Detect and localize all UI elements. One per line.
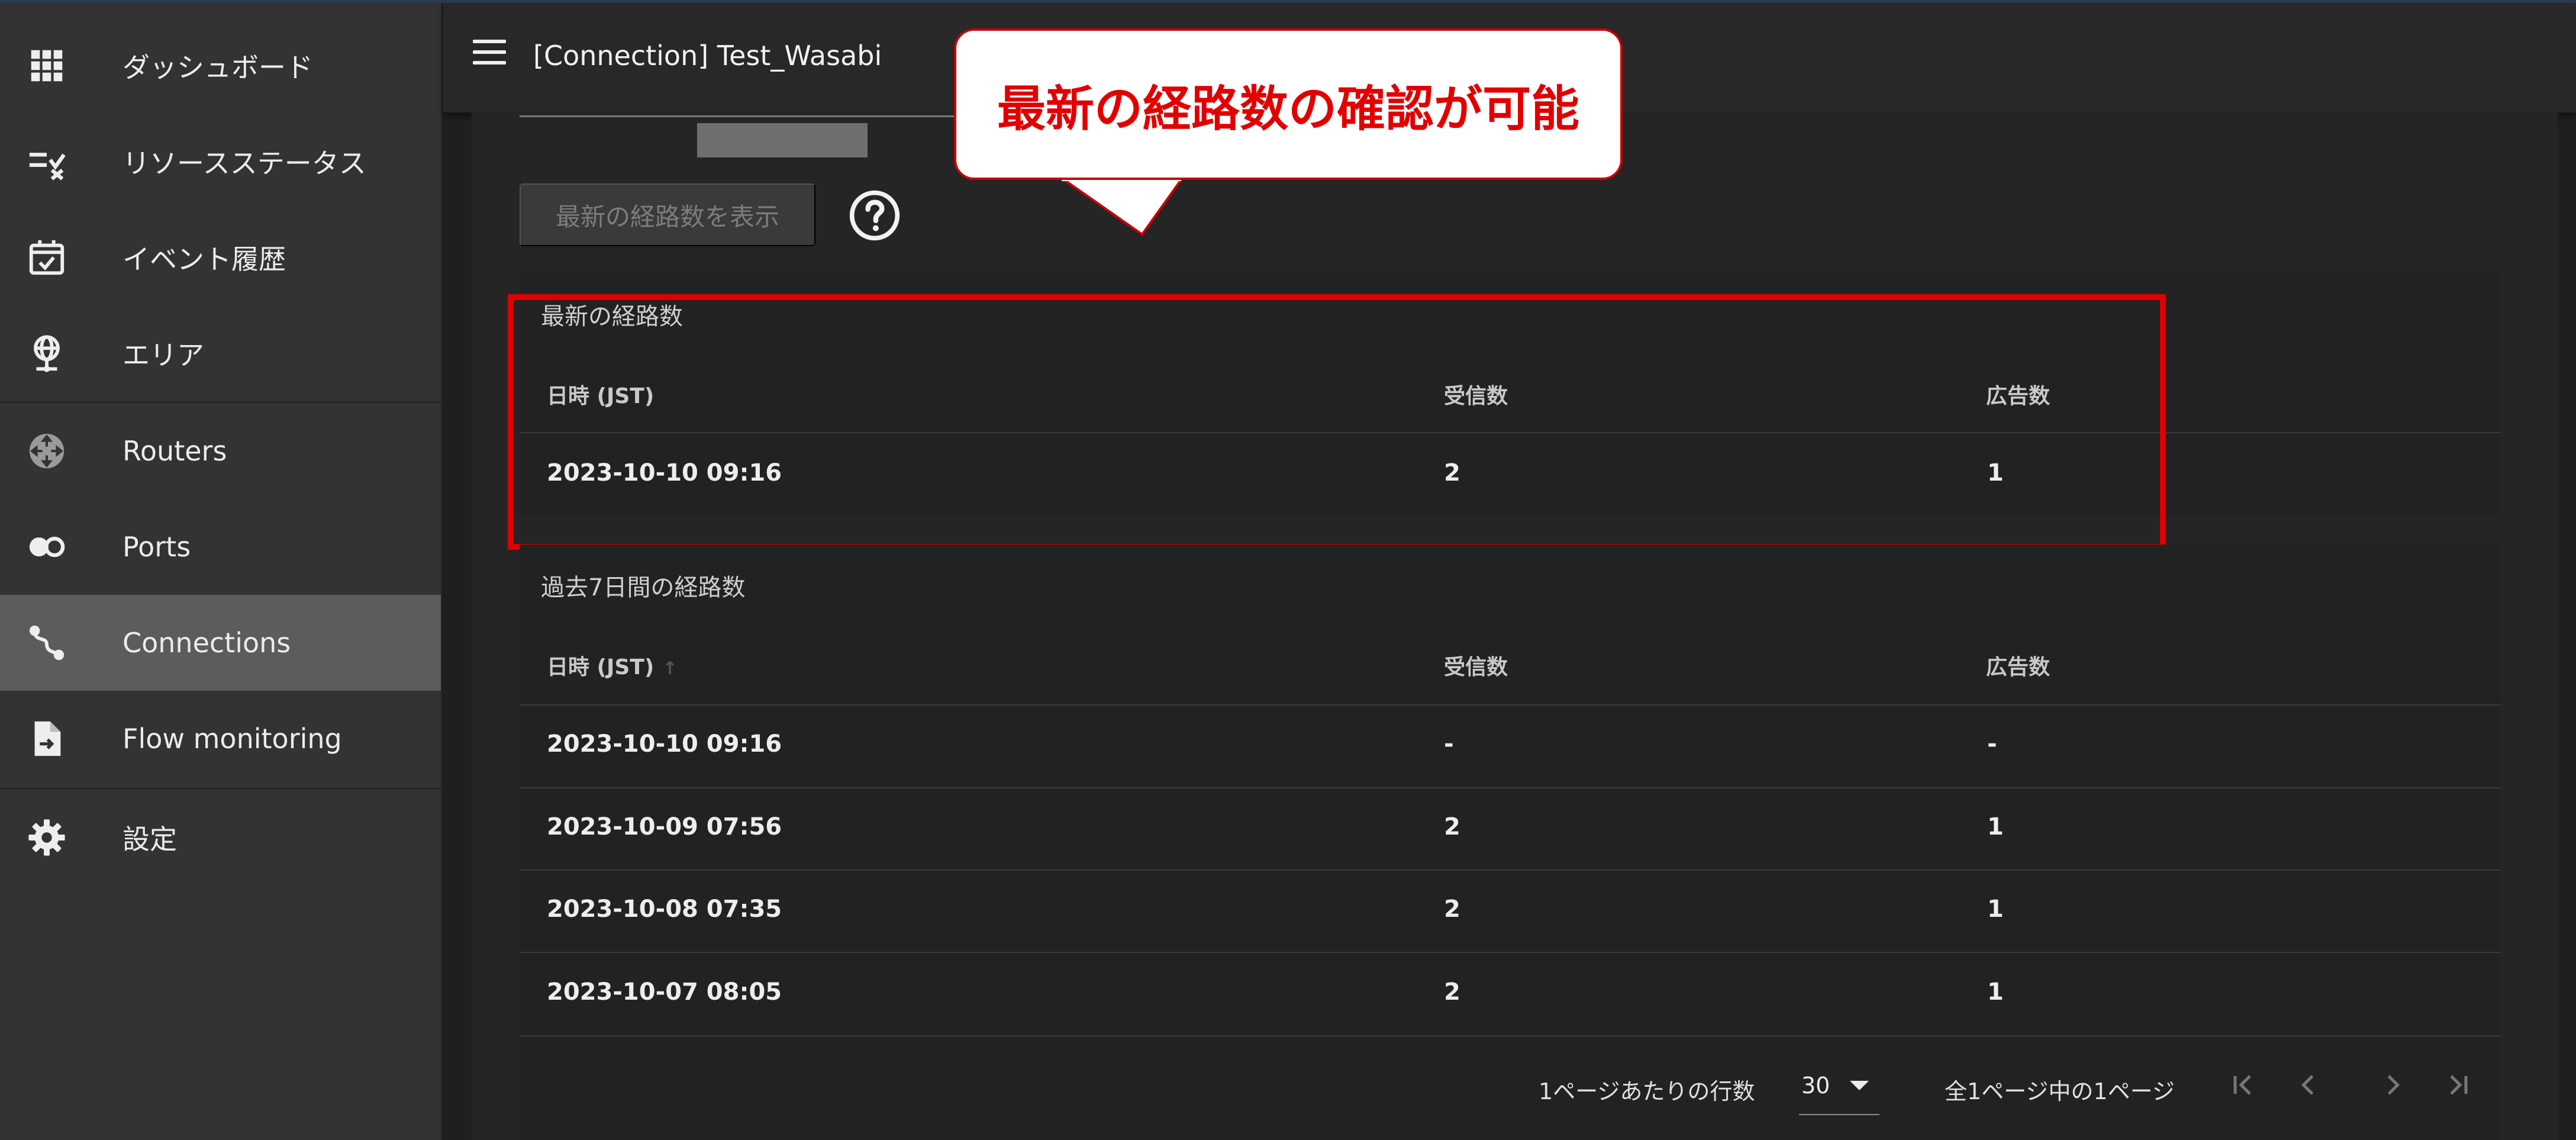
table-cell-datetime: 2023-10-08 07:35 <box>547 896 782 923</box>
sidebar-item-label: 設定 <box>122 823 177 855</box>
sidebar-item-label: Ports <box>122 531 191 563</box>
file-export-icon <box>26 718 67 759</box>
sidebar-item-settings[interactable]: 設定 <box>0 790 441 885</box>
sidebar-item-label: イベント履歴 <box>122 243 286 275</box>
table-divider <box>520 704 2501 706</box>
column-header-datetime[interactable]: 日時 (JST) ↑ <box>547 650 677 681</box>
history-routes-title: 過去7日間の経路数 <box>541 574 746 601</box>
grid-icon <box>26 45 67 86</box>
page-status: 全1ページ中の1ページ <box>1945 1078 2175 1104</box>
sidebar-item-routers[interactable]: Routers <box>0 403 441 499</box>
callout-pointer <box>1059 176 1185 236</box>
sidebar-item-dashboard[interactable]: ダッシュボード <box>0 18 441 114</box>
column-header-label: 日時 (JST) <box>547 655 655 680</box>
menu-icon[interactable] <box>473 40 506 67</box>
table-cell-received: 2 <box>1444 896 1461 923</box>
history-routes-card: 過去7日間の経路数 日時 (JST) ↑ 受信数 広告数 2023-10-10 0… <box>520 545 2501 1140</box>
table-cell-advertised: 1 <box>1987 978 2004 1006</box>
caret-down-icon <box>1850 1081 1869 1090</box>
callout-annotation: 最新の経路数の確認が可能 <box>954 28 1623 180</box>
rows-per-page-label: 1ページあたりの行数 <box>1539 1078 1755 1104</box>
sidebar-item-label: リソースステータス <box>122 147 366 179</box>
checklist-icon <box>26 141 67 182</box>
table-cell-received: 2 <box>1444 813 1461 840</box>
table-divider <box>520 787 2501 788</box>
sort-arrow-icon[interactable]: ↑ <box>662 658 677 679</box>
tab-placeholder <box>697 123 868 157</box>
last-page-button[interactable] <box>2439 1067 2475 1103</box>
table-divider <box>520 870 2501 871</box>
table-cell-advertised: - <box>1987 730 1997 758</box>
next-page-button[interactable] <box>2375 1067 2411 1103</box>
last-page-icon <box>2450 1075 2468 1095</box>
tab-underline <box>520 115 969 117</box>
table-cell-datetime: 2023-10-10 09:16 <box>547 730 782 758</box>
gear-icon <box>26 817 67 858</box>
sidebar-item-label: Flow monitoring <box>122 723 342 755</box>
rows-per-page-value: 30 <box>1801 1073 1830 1099</box>
first-page-icon <box>2233 1075 2251 1095</box>
table-cell-datetime: 2023-10-09 07:56 <box>547 813 782 840</box>
calendar-check-icon <box>26 237 67 278</box>
show-latest-routes-button[interactable]: 最新の経路数を表示 <box>520 183 815 246</box>
table-divider <box>520 952 2501 953</box>
globe-pin-icon <box>26 333 67 374</box>
connection-icon <box>26 622 67 664</box>
callout-text: 最新の経路数の確認が可能 <box>997 80 1579 137</box>
sidebar-item-label: ダッシュボード <box>122 51 313 83</box>
sidebar-item-ports[interactable]: Ports <box>0 499 441 595</box>
table-divider <box>520 1035 2501 1036</box>
previous-page-button[interactable] <box>2290 1067 2326 1103</box>
router-icon <box>26 430 67 472</box>
table-cell-datetime: 2023-10-07 08:05 <box>547 978 782 1006</box>
sidebar-item-label: エリア <box>122 339 204 371</box>
port-icon <box>26 526 67 568</box>
table-cell-received: - <box>1444 730 1454 758</box>
highlight-box <box>508 294 2166 550</box>
sidebar-item-resource-status[interactable]: リソースステータス <box>0 114 441 210</box>
table-cell-advertised: 1 <box>1987 813 2004 840</box>
page-title: [Connection] Test_Wasabi <box>533 40 882 72</box>
sidebar-item-flow-monitoring[interactable]: Flow monitoring <box>0 691 441 787</box>
column-header-advertised[interactable]: 広告数 <box>1986 650 2050 681</box>
sidebar-item-connections[interactable]: Connections <box>0 595 441 691</box>
help-icon[interactable] <box>847 188 902 243</box>
sidebar-item-label: Routers <box>122 435 227 467</box>
rows-per-page-select[interactable]: 30 <box>1799 1065 1879 1115</box>
sidebar: ダッシュボード リソースステータス イベント履歴 エリア Routers Por… <box>0 3 442 1140</box>
chevron-left-icon <box>2301 1075 2314 1095</box>
chevron-right-icon <box>2387 1075 2400 1095</box>
first-page-button[interactable] <box>2226 1067 2262 1103</box>
sidebar-item-label: Connections <box>122 627 291 659</box>
table-cell-advertised: 1 <box>1987 896 2004 923</box>
column-header-received[interactable]: 受信数 <box>1444 650 1508 681</box>
sidebar-item-area[interactable]: エリア <box>0 305 441 401</box>
table-cell-received: 2 <box>1444 978 1461 1006</box>
sidebar-item-event-history[interactable]: イベント履歴 <box>0 210 441 305</box>
